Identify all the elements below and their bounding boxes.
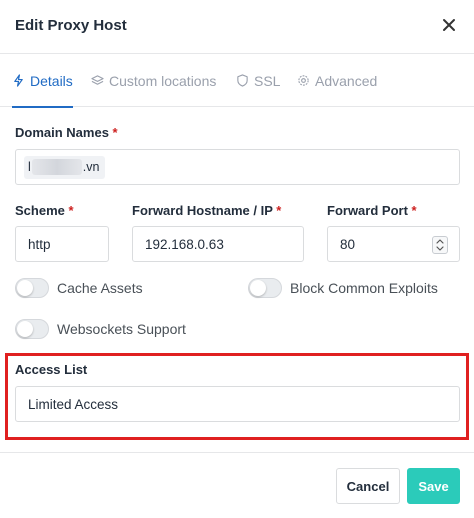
required-mark: * — [276, 203, 282, 218]
forward-port-label: Forward Port * — [327, 203, 417, 218]
forward-hostname-input[interactable]: 192.168.0.63 — [132, 226, 304, 262]
access-list-value: Limited Access — [28, 396, 119, 412]
access-list-label: Access List — [15, 362, 88, 377]
toggle-switch[interactable] — [15, 319, 49, 339]
domain-names-label: Domain Names * — [15, 125, 118, 140]
port-stepper[interactable] — [432, 236, 448, 254]
tab-details[interactable]: Details — [12, 54, 73, 108]
block-common-exploits-label: Block Common Exploits — [290, 280, 438, 296]
tab-advanced[interactable]: Advanced — [297, 54, 377, 107]
footer-divider — [0, 452, 474, 453]
tab-details-label: Details — [30, 72, 73, 89]
redacted-domain — [31, 159, 82, 175]
save-button[interactable]: Save — [407, 468, 460, 504]
tab-ssl-label: SSL — [254, 72, 281, 89]
tab-ssl[interactable]: SSL — [236, 54, 280, 107]
shield-icon — [237, 74, 248, 87]
required-mark: * — [411, 203, 417, 218]
toggle-switch[interactable] — [248, 278, 282, 298]
domain-chip-prefix: l — [28, 160, 31, 174]
toggle-knob — [250, 280, 266, 296]
modal-title: Edit Proxy Host — [15, 17, 127, 34]
required-mark: * — [68, 203, 74, 218]
toggle-knob — [17, 280, 33, 296]
access-list-select[interactable]: Limited Access — [15, 386, 460, 422]
block-common-exploits-toggle[interactable]: Block Common Exploits — [248, 278, 438, 298]
toggle-knob — [17, 321, 33, 337]
websockets-support-label: Websockets Support — [57, 321, 186, 337]
domain-chip[interactable]: l .vn — [24, 155, 106, 179]
scheme-label: Scheme * — [15, 203, 74, 218]
websockets-support-toggle[interactable]: Websockets Support — [15, 319, 186, 339]
tab-advanced-label: Advanced — [315, 72, 378, 89]
layers-icon — [91, 75, 104, 85]
scheme-value: http — [28, 236, 51, 252]
forward-hostname-label: Forward Hostname / IP * — [132, 203, 282, 218]
tab-bar: Details Custom locations SSL Advanced — [0, 54, 474, 108]
forward-port-input[interactable]: 80 — [327, 226, 460, 262]
toggle-switch[interactable] — [15, 278, 49, 298]
gear-icon — [298, 75, 309, 86]
required-mark: * — [112, 125, 118, 140]
cache-assets-toggle[interactable]: Cache Assets — [15, 278, 143, 298]
bolt-icon — [14, 74, 23, 87]
forward-port-value: 80 — [340, 236, 356, 252]
scheme-select[interactable]: http — [15, 226, 109, 262]
cancel-button[interactable]: Cancel — [336, 468, 400, 504]
cache-assets-label: Cache Assets — [57, 280, 143, 296]
edit-proxy-host-modal: Edit Proxy Host Details Custom locations… — [0, 0, 474, 518]
domain-chip-suffix: .vn — [82, 160, 100, 174]
tab-custom-locations-label: Custom locations — [109, 72, 217, 89]
forward-hostname-value: 192.168.0.63 — [145, 236, 224, 252]
close-icon[interactable] — [440, 16, 458, 34]
stepper-arrows-icon — [436, 239, 444, 251]
modal-header: Edit Proxy Host — [0, 0, 474, 54]
domain-names-input[interactable]: l .vn — [15, 149, 460, 185]
tab-custom-locations[interactable]: Custom locations — [91, 54, 216, 107]
